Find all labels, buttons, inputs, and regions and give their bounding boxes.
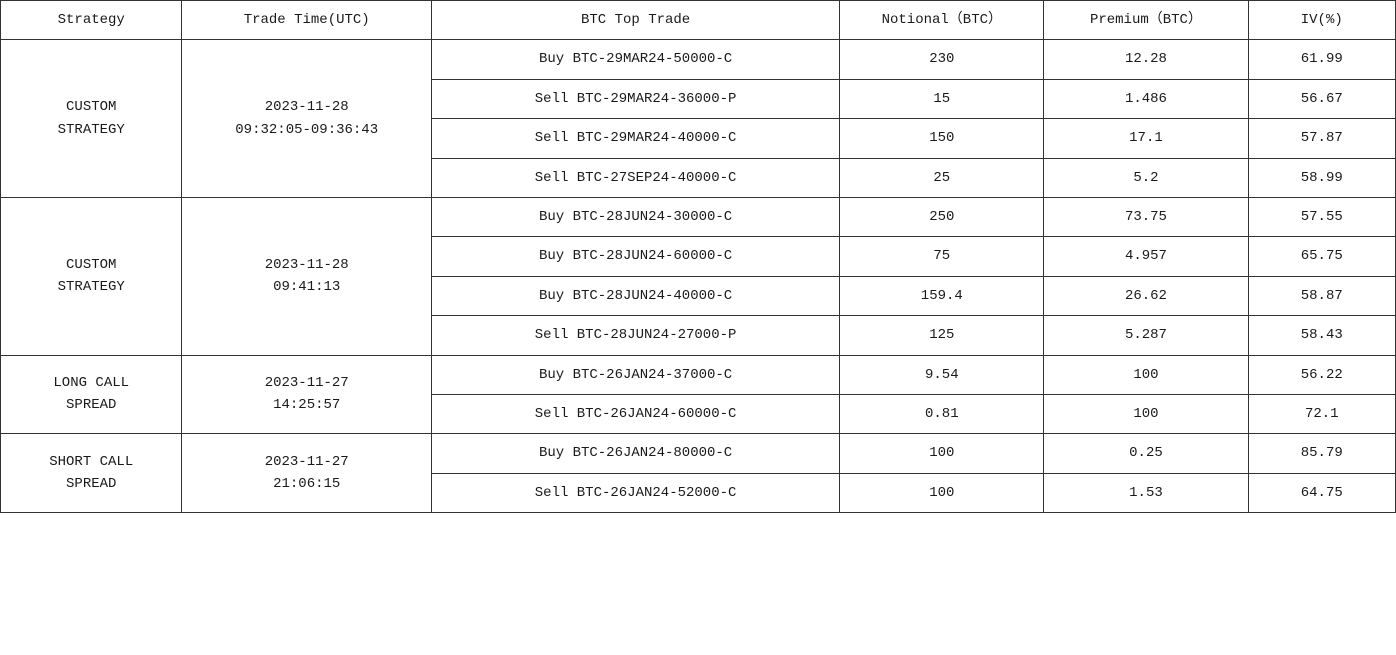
premium-cell: 0.25 xyxy=(1044,434,1248,473)
table-row: CUSTOM STRATEGY2023-11-28 09:32:05-09:36… xyxy=(1,40,1396,79)
notional-cell: 150 xyxy=(840,119,1044,158)
header-row: Strategy Trade Time(UTC) BTC Top Trade N… xyxy=(1,1,1396,40)
header-btc-top-trade: BTC Top Trade xyxy=(431,1,839,40)
table-row: CUSTOM STRATEGY2023-11-28 09:41:13Buy BT… xyxy=(1,197,1396,236)
header-notional: Notional（BTC） xyxy=(840,1,1044,40)
iv-cell: 58.43 xyxy=(1248,316,1395,355)
table-row: LONG CALL SPREAD2023-11-27 14:25:57Buy B… xyxy=(1,355,1396,394)
premium-cell: 12.28 xyxy=(1044,40,1248,79)
iv-cell: 65.75 xyxy=(1248,237,1395,276)
iv-cell: 56.67 xyxy=(1248,79,1395,118)
notional-cell: 230 xyxy=(840,40,1044,79)
trade-cell: Buy BTC-26JAN24-37000-C xyxy=(431,355,839,394)
trade-cell: Buy BTC-28JUN24-60000-C xyxy=(431,237,839,276)
notional-cell: 9.54 xyxy=(840,355,1044,394)
trade-cell: Buy BTC-29MAR24-50000-C xyxy=(431,40,839,79)
trade-cell: Buy BTC-28JUN24-30000-C xyxy=(431,197,839,236)
strategy-cell: LONG CALL SPREAD xyxy=(1,355,182,434)
header-strategy: Strategy xyxy=(1,1,182,40)
trades-table: Strategy Trade Time(UTC) BTC Top Trade N… xyxy=(0,0,1396,513)
premium-cell: 17.1 xyxy=(1044,119,1248,158)
notional-cell: 100 xyxy=(840,434,1044,473)
notional-cell: 100 xyxy=(840,473,1044,512)
header-premium: Premium（BTC） xyxy=(1044,1,1248,40)
trade-cell: Buy BTC-28JUN24-40000-C xyxy=(431,276,839,315)
time-cell: 2023-11-27 14:25:57 xyxy=(182,355,432,434)
iv-cell: 61.99 xyxy=(1248,40,1395,79)
header-trade-time: Trade Time(UTC) xyxy=(182,1,432,40)
trade-cell: Buy BTC-26JAN24-80000-C xyxy=(431,434,839,473)
iv-cell: 85.79 xyxy=(1248,434,1395,473)
iv-cell: 58.99 xyxy=(1248,158,1395,197)
premium-cell: 5.287 xyxy=(1044,316,1248,355)
strategy-cell: SHORT CALL SPREAD xyxy=(1,434,182,513)
premium-cell: 1.53 xyxy=(1044,473,1248,512)
trade-cell: Sell BTC-26JAN24-52000-C xyxy=(431,473,839,512)
premium-cell: 4.957 xyxy=(1044,237,1248,276)
time-cell: 2023-11-27 21:06:15 xyxy=(182,434,432,513)
notional-cell: 25 xyxy=(840,158,1044,197)
trade-cell: Sell BTC-27SEP24-40000-C xyxy=(431,158,839,197)
iv-cell: 58.87 xyxy=(1248,276,1395,315)
iv-cell: 72.1 xyxy=(1248,394,1395,433)
trade-cell: Sell BTC-29MAR24-40000-C xyxy=(431,119,839,158)
trade-cell: Sell BTC-29MAR24-36000-P xyxy=(431,79,839,118)
iv-cell: 57.55 xyxy=(1248,197,1395,236)
notional-cell: 0.81 xyxy=(840,394,1044,433)
notional-cell: 15 xyxy=(840,79,1044,118)
iv-cell: 64.75 xyxy=(1248,473,1395,512)
premium-cell: 73.75 xyxy=(1044,197,1248,236)
notional-cell: 159.4 xyxy=(840,276,1044,315)
notional-cell: 75 xyxy=(840,237,1044,276)
table-row: SHORT CALL SPREAD2023-11-27 21:06:15Buy … xyxy=(1,434,1396,473)
premium-cell: 100 xyxy=(1044,394,1248,433)
trade-cell: Sell BTC-28JUN24-27000-P xyxy=(431,316,839,355)
notional-cell: 250 xyxy=(840,197,1044,236)
premium-cell: 1.486 xyxy=(1044,79,1248,118)
time-cell: 2023-11-28 09:32:05-09:36:43 xyxy=(182,40,432,198)
notional-cell: 125 xyxy=(840,316,1044,355)
table-container: Strategy Trade Time(UTC) BTC Top Trade N… xyxy=(0,0,1396,655)
time-cell: 2023-11-28 09:41:13 xyxy=(182,197,432,355)
premium-cell: 26.62 xyxy=(1044,276,1248,315)
iv-cell: 56.22 xyxy=(1248,355,1395,394)
trade-cell: Sell BTC-26JAN24-60000-C xyxy=(431,394,839,433)
premium-cell: 5.2 xyxy=(1044,158,1248,197)
strategy-cell: CUSTOM STRATEGY xyxy=(1,40,182,198)
premium-cell: 100 xyxy=(1044,355,1248,394)
iv-cell: 57.87 xyxy=(1248,119,1395,158)
header-iv: IV(%) xyxy=(1248,1,1395,40)
strategy-cell: CUSTOM STRATEGY xyxy=(1,197,182,355)
